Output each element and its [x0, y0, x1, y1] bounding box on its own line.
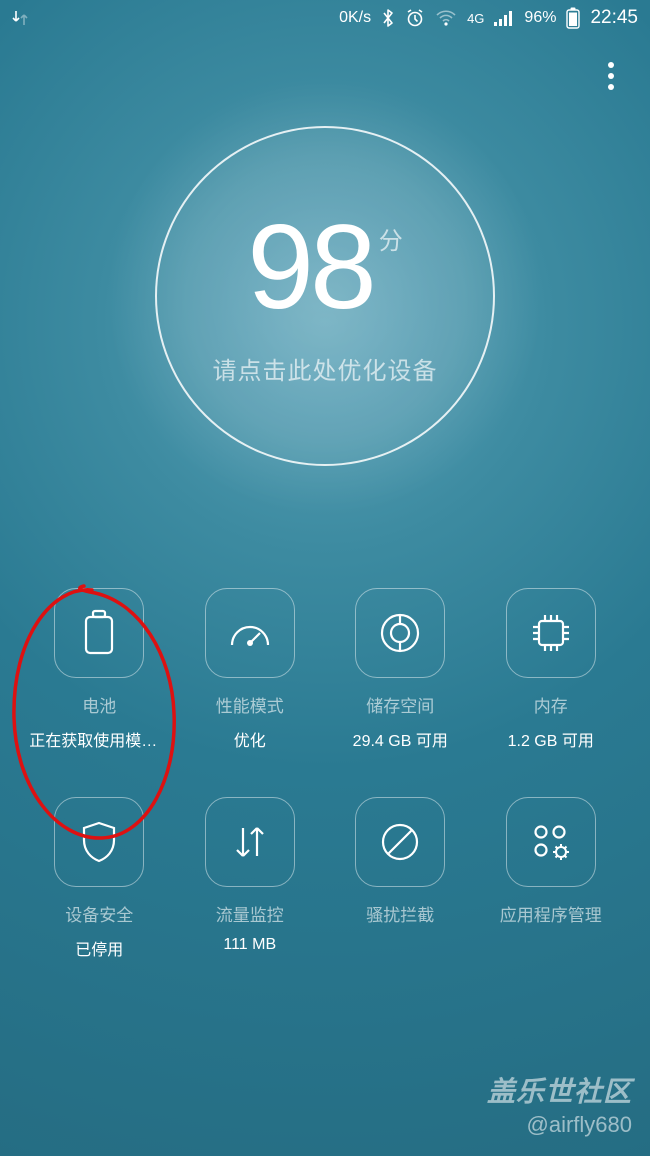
tile-security[interactable]: 设备安全 已停用: [24, 797, 175, 960]
storage-icon: [355, 588, 445, 678]
tile-sub: 已停用: [75, 936, 123, 960]
tile-title: 性能模式: [216, 692, 284, 717]
tile-title: 电池: [82, 692, 116, 717]
watermark: 盖乐世社区 @airfly680: [487, 1070, 632, 1138]
gauge-icon: [205, 588, 295, 678]
tile-title: 内存: [534, 692, 568, 717]
tile-sub: 111 MB: [223, 936, 276, 954]
tile-title: 应用程序管理: [500, 901, 602, 926]
data-arrows-icon: [205, 797, 295, 887]
score-unit: 分: [379, 221, 403, 256]
shield-icon: [54, 797, 144, 887]
tile-app-management[interactable]: 应用程序管理: [476, 797, 627, 960]
tile-title: 流量监控: [216, 901, 284, 926]
signal-icon: [494, 10, 514, 26]
feature-tile-grid: 电池 正在获取使用模式... 性能模式 优化 储存空间 29.4 GB 可用 内…: [0, 588, 650, 960]
tile-memory[interactable]: 内存 1.2 GB 可用: [476, 588, 627, 751]
clock: 22:45: [590, 7, 638, 29]
tile-title: 设备安全: [65, 901, 133, 926]
tile-spam-block[interactable]: 骚扰拦截: [325, 797, 476, 960]
optimize-score-area[interactable]: 98 分 请点击此处优化设备: [0, 76, 650, 516]
alarm-icon: [405, 8, 425, 28]
tile-sub: 正在获取使用模式...: [29, 727, 169, 751]
watermark-user: @airfly680: [487, 1112, 632, 1138]
network-speed: 0K/s: [339, 9, 371, 27]
tile-title: 储存空间: [366, 692, 434, 717]
optimize-hint: 请点击此处优化设备: [213, 351, 438, 386]
tile-storage[interactable]: 储存空间 29.4 GB 可用: [325, 588, 476, 751]
block-icon: [355, 797, 445, 887]
wifi-icon: [435, 9, 457, 27]
tile-sub: 29.4 GB 可用: [353, 727, 448, 751]
tile-battery[interactable]: 电池 正在获取使用模式...: [24, 588, 175, 751]
chip-icon: [506, 588, 596, 678]
battery-icon: [566, 7, 580, 29]
tile-sub: 优化: [234, 727, 266, 751]
score-value: 98: [247, 207, 372, 327]
battery-tile-icon: [54, 588, 144, 678]
more-menu-button[interactable]: [596, 56, 626, 96]
network-type: 4G: [467, 11, 484, 26]
apps-gear-icon: [506, 797, 596, 887]
tile-title: 骚扰拦截: [366, 901, 434, 926]
tile-sub: 1.2 GB 可用: [508, 727, 594, 751]
bluetooth-icon: [381, 8, 395, 28]
tile-performance[interactable]: 性能模式 优化: [175, 588, 326, 751]
status-bar: 0K/s 4G 96% 22:45: [0, 0, 650, 36]
watermark-title: 盖乐世社区: [487, 1070, 632, 1110]
tile-data-usage[interactable]: 流量监控 111 MB: [175, 797, 326, 960]
download-indicator-icon: [12, 9, 28, 27]
battery-percent: 96%: [524, 9, 556, 27]
